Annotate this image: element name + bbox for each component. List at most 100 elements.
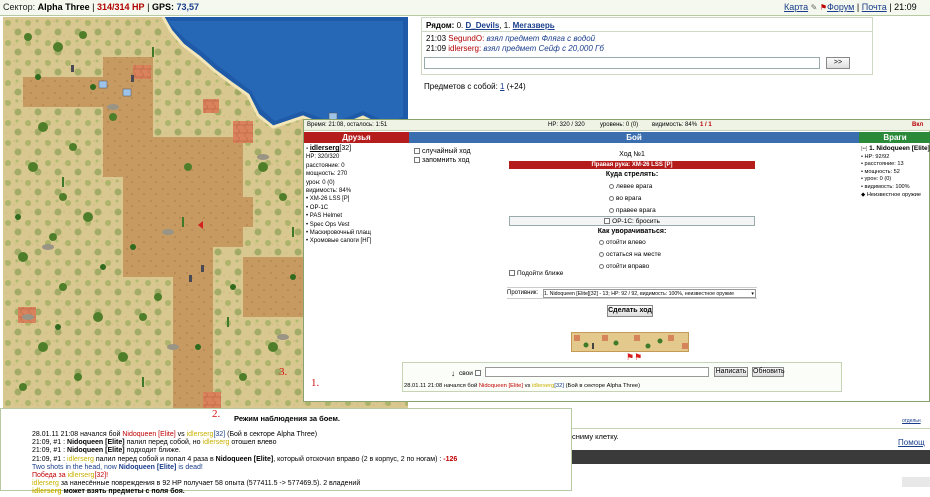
enemy-stat: видимость: 100% bbox=[864, 183, 910, 190]
chat-send-button[interactable]: >> bbox=[826, 57, 850, 69]
enemy-stat: мощность: 52 bbox=[864, 168, 900, 175]
opponent-select[interactable]: 1. Nidoqueen [Elite][32] - 13; HP: 92 / … bbox=[543, 289, 756, 298]
chat-log: 21:03 SegundO: взял предмет Фляга с водо… bbox=[426, 34, 604, 54]
forum-link[interactable]: Форум bbox=[827, 2, 854, 12]
log-line: Победа за idlerserg[32]! bbox=[32, 472, 109, 480]
sector-value: Alpha Three bbox=[37, 2, 90, 12]
remember-move-checkbox[interactable] bbox=[414, 157, 420, 164]
map-link[interactable]: Карта bbox=[784, 2, 808, 12]
player-stat: видимость: 84% bbox=[306, 188, 352, 195]
gps-label: GPS: bbox=[151, 2, 174, 12]
nearby-player-0[interactable]: D_Devils bbox=[465, 21, 499, 30]
map-pin-icon: ✎ bbox=[810, 3, 818, 12]
log-line: 21:09, #1 : idlerserg палил перед собой … bbox=[32, 455, 458, 463]
marker-three: 3. bbox=[279, 366, 288, 378]
player-stat: мощность: 270 bbox=[306, 171, 348, 178]
battle-observer-log: 2. Режим наблюдения за боем. 28.01.11 21… bbox=[0, 408, 572, 495]
items-count-link[interactable]: 1 bbox=[500, 82, 504, 91]
chat-input[interactable] bbox=[424, 57, 820, 69]
player-column: ▪ idlerserg[32] HP: 320/320 расстояние: … bbox=[306, 145, 409, 246]
nearby-player-1[interactable]: Мегазверь bbox=[513, 21, 555, 30]
player-item: XM-26 LSS [P] bbox=[309, 196, 350, 203]
dodge-right-option[interactable]: отойти вправо bbox=[599, 261, 661, 273]
enemy-stat: урон: 0 (0) bbox=[864, 176, 892, 183]
items-with-you: Предметов с собой: 1 (+24) bbox=[424, 82, 526, 91]
gps-value: 73,57 bbox=[176, 2, 199, 12]
enemy-stat: HP: 92/92 bbox=[864, 153, 890, 160]
chevron-down-icon: ▾ bbox=[751, 291, 754, 297]
player-stat: расстояние: 0 bbox=[306, 162, 345, 169]
nearby-row: Рядом: 0. D_Devils, 1. Мегазверь bbox=[426, 21, 555, 30]
where-shoot-title: Куда стрелять: bbox=[605, 171, 659, 178]
turn-title: Ход №1 bbox=[619, 151, 645, 158]
enemy-name[interactable]: 1. Nidoqueen [Elite] bbox=[869, 145, 930, 152]
cell-text: сниму клетку. bbox=[572, 432, 619, 441]
enemy-stat: расстояние: 13 bbox=[864, 161, 904, 168]
log-line: Two shots in the head, now Nidoqueen [El… bbox=[32, 463, 203, 471]
right-hand-weapon: Правая рука: XM-26 LSS [P] bbox=[509, 161, 755, 169]
hp-current: 314 bbox=[96, 2, 113, 12]
make-move-button[interactable]: Сделать ход bbox=[607, 305, 653, 317]
observe-title: Режим наблюдения за боем. bbox=[234, 414, 340, 423]
log-line: 28.01.11 21:08 начался бой Nidoqueen [El… bbox=[32, 431, 318, 438]
move-options: случайный ход запомнить ход bbox=[414, 147, 471, 165]
enemy-weapon: Неизвестное оружие bbox=[866, 191, 921, 198]
player-stat: HP: 320/320 bbox=[306, 154, 340, 161]
flag-icon: ⚑ bbox=[819, 3, 827, 12]
player-item: Хромовые сапоги [НГ] bbox=[309, 238, 372, 245]
own-only-checkbox[interactable] bbox=[475, 370, 481, 376]
battle-window: Время: 21:08, осталось: 1:51 HP: 320 / 3… bbox=[303, 119, 930, 402]
player-name[interactable]: idlerserg bbox=[310, 145, 340, 152]
opponent-row: Противник: 1. Nidoqueen [Elite][32] - 13… bbox=[507, 287, 757, 299]
player-stat: урон: 0 (0) bbox=[306, 179, 335, 186]
throw-grenade-option[interactable]: OP-1C: бросить bbox=[509, 216, 755, 226]
random-move-checkbox[interactable] bbox=[414, 148, 420, 155]
mail-link[interactable]: Почта bbox=[862, 2, 887, 12]
battle-header: Бой bbox=[409, 132, 859, 143]
shoot-options: левее врага во врага правее врага bbox=[609, 181, 656, 217]
dodge-title: Как уворачиваться: bbox=[597, 228, 667, 235]
dodge-left-option[interactable]: отойти влево bbox=[599, 237, 661, 249]
enemy-column: [••] 1. Nidoqueen [Elite] • HP: 92/92 • … bbox=[861, 145, 930, 198]
top-status-bar: Сектор: Alpha Three | 314/314 HP | GPS: … bbox=[0, 0, 930, 16]
chat-line: 21:09 idlerserg: взял предмет Сейф с 20,… bbox=[426, 44, 604, 53]
clock: 21:09 bbox=[894, 2, 917, 12]
battle-chat-input[interactable] bbox=[485, 367, 709, 377]
arrow-down-icon: ↓ bbox=[451, 369, 455, 378]
footer-bar bbox=[572, 450, 930, 464]
battle-chat-area: ↓ свои Написать Обновить 28.01.11 21:08 … bbox=[402, 362, 842, 392]
shoot-center-option[interactable]: во врага bbox=[609, 193, 656, 205]
player-item: OP-1C bbox=[309, 204, 329, 211]
hp-max: 314 HP bbox=[114, 2, 145, 12]
nearby-label: Рядом: bbox=[426, 21, 455, 30]
dodge-options: отойти влево остаться на месте отойти вп… bbox=[599, 237, 661, 273]
help-link[interactable]: Помощ bbox=[898, 438, 925, 447]
chat-line: 21:03 SegundO: взял предмет Фляга с водо… bbox=[426, 34, 596, 43]
background-page-area: сниму клетку. Помощ отдельн bbox=[572, 402, 930, 491]
player-item: Маскировочный плащ bbox=[309, 230, 371, 237]
approach-checkbox[interactable] bbox=[509, 270, 515, 277]
enemies-header: Враги bbox=[859, 132, 930, 143]
friends-header: Друзья bbox=[304, 132, 409, 143]
shoot-left-option[interactable]: левее врага bbox=[609, 181, 656, 193]
marker-two: 2. bbox=[212, 408, 221, 420]
mini-battlefield bbox=[571, 332, 689, 352]
write-button[interactable]: Написать bbox=[714, 367, 748, 377]
approach-option[interactable]: Подойти ближе bbox=[509, 270, 563, 277]
corner-widget bbox=[902, 477, 930, 487]
throw-checkbox[interactable] bbox=[604, 218, 611, 225]
sector-label: Сектор: bbox=[3, 2, 36, 12]
remember-move-option[interactable]: запомнить ход bbox=[414, 156, 471, 165]
log-line: 21:09, #1 : Nidoqueen [Elite] подходит б… bbox=[32, 447, 181, 455]
log-line: idlerserg может взять предметы с поля бо… bbox=[32, 488, 185, 496]
refresh-button[interactable]: Обновить bbox=[752, 367, 785, 377]
dodge-stay-option[interactable]: остаться на месте bbox=[599, 249, 661, 261]
small-link[interactable]: отдельн bbox=[902, 418, 921, 424]
battle-status-strip: Время: 21:08, осталось: 1:51 HP: 320 / 3… bbox=[304, 120, 930, 131]
battle-log-line: 28.01.11 21:08 начался бой Nidoqueen [El… bbox=[404, 383, 641, 389]
random-move-option[interactable]: случайный ход bbox=[414, 147, 471, 156]
player-item: Spec Ops Vest bbox=[309, 221, 350, 228]
player-item: PAS Helmet bbox=[309, 213, 343, 220]
player-small-icon: ▪ bbox=[306, 146, 309, 152]
marker-one: 1. bbox=[311, 377, 320, 389]
